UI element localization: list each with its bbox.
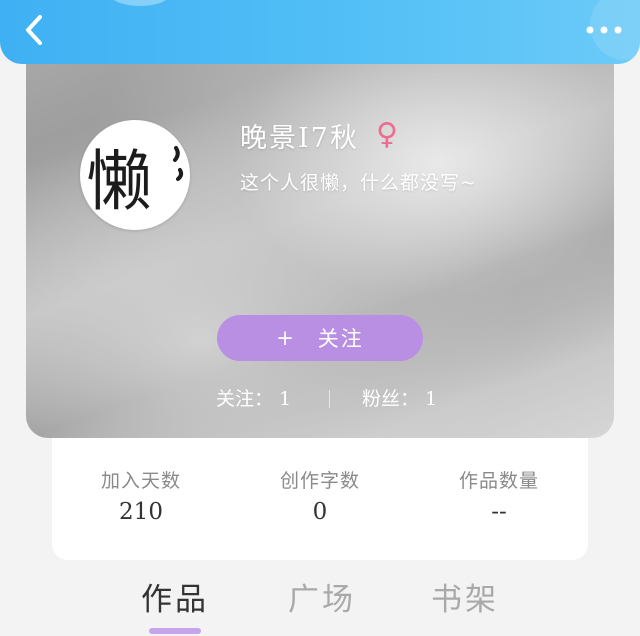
avatar-image: 懒 (86, 143, 184, 220)
profile-header-card: 懒 晚景I7秋 ♀ 这个人很懒，什么都没写~ + 关注 关注： 1 粉丝： 1 (26, 44, 614, 438)
stat-join-days: 加入天数 210 (52, 466, 230, 525)
stat-value: 0 (312, 499, 328, 525)
svg-text:懒: 懒 (86, 143, 152, 220)
follow-stats: 关注： 1 粉丝： 1 (216, 384, 456, 414)
user-bio: 这个人很懒，什么都没写~ (240, 172, 477, 194)
active-tab-indicator (149, 628, 201, 634)
plus-icon: + (276, 326, 296, 350)
fans-count[interactable]: 粉丝： 1 (362, 384, 437, 411)
stat-value: -- (491, 499, 507, 525)
stat-value: 210 (119, 499, 163, 525)
tab-bookshelf[interactable]: 书架 (405, 574, 525, 619)
follow-button[interactable]: + 关注 (217, 315, 423, 361)
female-gender-icon: ♀ (376, 117, 398, 152)
following-count[interactable]: 关注： 1 (216, 384, 291, 411)
more-horizontal-icon (586, 26, 622, 34)
decorative-bubble (110, 0, 170, 6)
stat-works-count: 作品数量 -- (410, 466, 588, 525)
chevron-left-icon (26, 15, 42, 45)
tab-works[interactable]: 作品 (115, 574, 235, 619)
stat-label: 创作字数 (279, 470, 360, 492)
follow-button-label: 关注 (317, 327, 364, 351)
username: 晚景I7秋 (240, 123, 359, 154)
avatar[interactable]: 懒 (80, 120, 190, 230)
tab-square[interactable]: 广场 (262, 574, 382, 619)
stat-label: 作品数量 (458, 470, 539, 492)
stat-word-count: 创作字数 0 (231, 466, 409, 525)
more-options-button[interactable] (582, 18, 626, 42)
stat-label: 加入天数 (100, 470, 181, 492)
content-tabs: 作品 广场 书架 (0, 566, 640, 636)
back-button[interactable] (18, 12, 54, 48)
user-stats-panel: 加入天数 210 创作字数 0 作品数量 -- (52, 420, 588, 560)
top-nav-bar (0, 0, 640, 64)
stats-divider (329, 390, 330, 408)
